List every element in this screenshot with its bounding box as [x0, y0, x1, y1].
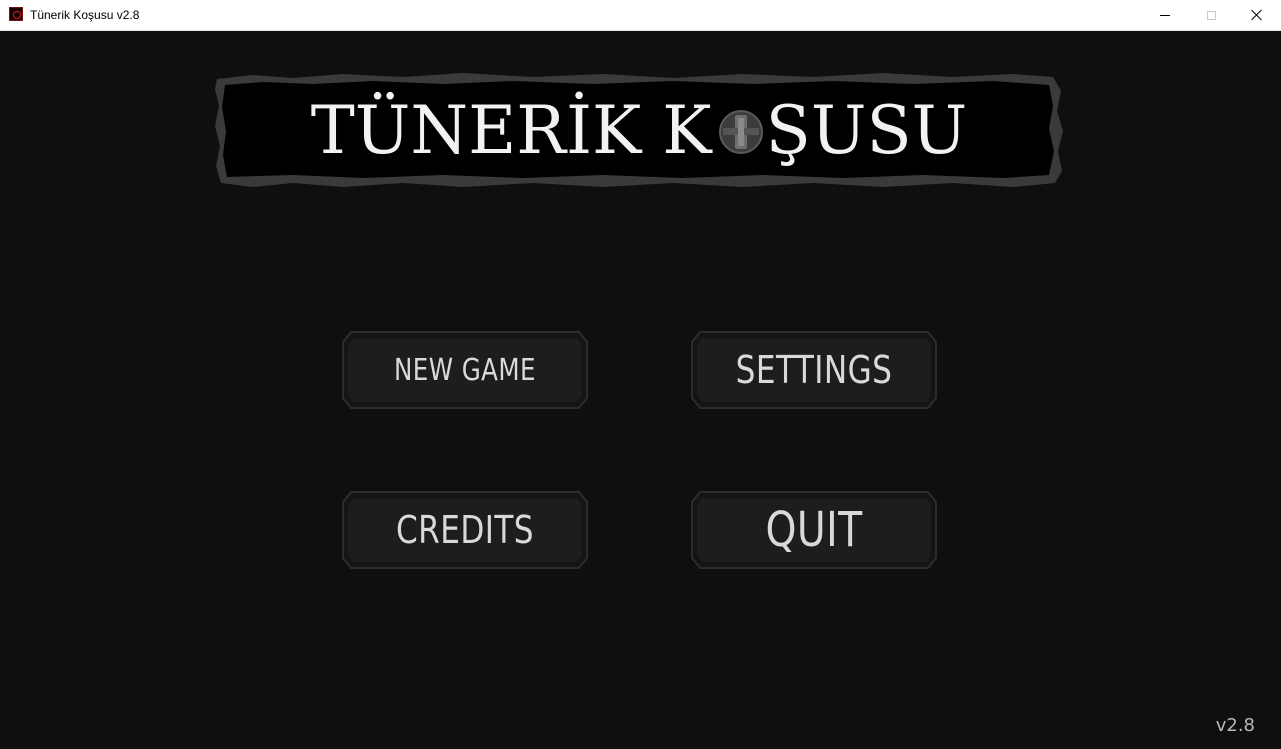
game-title-part2: ŞUSU [765, 91, 968, 169]
credits-label: CREDITS [396, 508, 534, 552]
quit-label: QUIT [765, 502, 863, 558]
minimize-icon [1160, 14, 1170, 16]
settings-button[interactable]: SETTINGS [690, 330, 938, 410]
settings-label: SETTINGS [735, 348, 893, 392]
main-menu-screen: TÜNERİK K ŞUSU NEW GAME SETTINGS CREDITS… [0, 31, 1281, 749]
game-app-icon [9, 7, 23, 21]
minimize-button[interactable] [1142, 0, 1188, 30]
maximize-icon [1206, 10, 1216, 20]
close-button[interactable] [1234, 0, 1280, 30]
version-label: v2.8 [1215, 715, 1255, 736]
new-game-button[interactable]: NEW GAME [341, 330, 589, 410]
maximize-button[interactable] [1188, 0, 1234, 30]
shield-emblem-icon [718, 109, 764, 155]
quit-button[interactable]: QUIT [690, 490, 938, 570]
game-title-part1: TÜNERİK K [310, 91, 712, 169]
game-window: Tünerik Koşusu v2.8 TÜNERİK K ŞUSU NEW G… [0, 0, 1281, 749]
window-title: Tünerik Koşusu v2.8 [30, 8, 140, 22]
game-title: TÜNERİK K ŞUSU [213, 92, 1065, 169]
new-game-label: NEW GAME [393, 352, 537, 388]
credits-button[interactable]: CREDITS [341, 490, 589, 570]
title-bar[interactable]: Tünerik Koşusu v2.8 [0, 0, 1281, 31]
logo-banner: TÜNERİK K ŞUSU [213, 71, 1065, 189]
close-icon [1251, 9, 1263, 21]
